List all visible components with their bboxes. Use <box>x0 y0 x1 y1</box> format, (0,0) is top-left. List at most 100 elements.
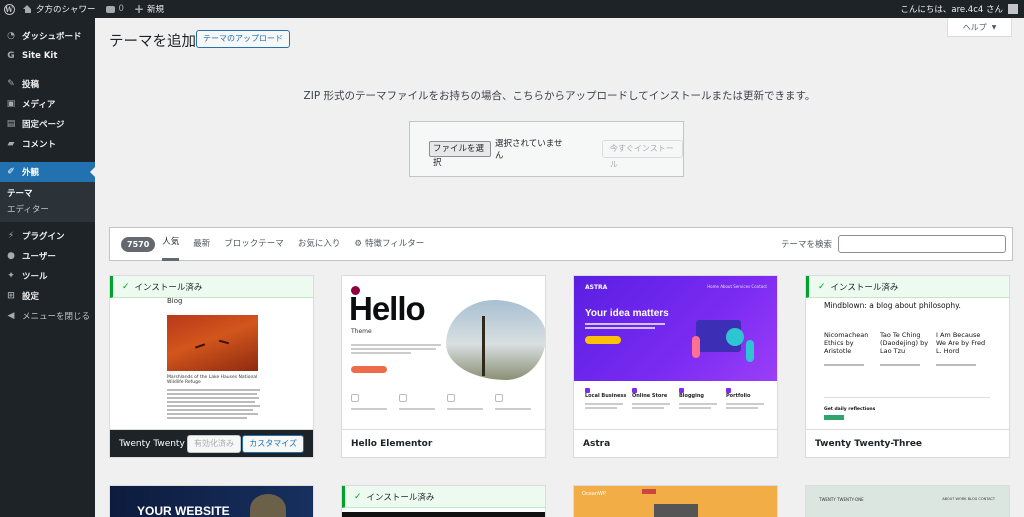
preview-post-title: I Am Because We Are by Fred L. Hord <box>936 331 986 355</box>
sidebar-item-appearance[interactable]: ✐ 外観 <box>0 162 95 182</box>
sidebar-item-comments[interactable]: ▰ コメント <box>0 134 95 154</box>
theme-card-hello-elementor[interactable]: Hello Theme Hello Elementor <box>341 275 546 458</box>
theme-screenshot: TWENTY TWENTY-ONE ABOUT WORK BLOG CONTAC… <box>806 486 1009 517</box>
theme-card[interactable]: OceanWP <box>573 485 778 517</box>
theme-footer: Hello Elementor <box>342 429 545 457</box>
theme-name: Twenty Twenty-Three <box>815 438 923 449</box>
sidebar-item-sitekit[interactable]: G Site Kit <box>0 46 95 66</box>
site-name-link[interactable]: 夕方のシャワー <box>18 0 101 18</box>
tab-popular[interactable]: 人気 <box>162 227 180 261</box>
no-file-text: 選択されていません <box>494 139 563 161</box>
gear-icon: ⚙ <box>354 239 362 249</box>
submenu-item-editor[interactable]: エディター <box>0 202 95 218</box>
install-now-button[interactable]: 今すぐインストール <box>601 140 683 169</box>
preview-feature: Blogging <box>679 393 704 399</box>
site-name-label: 夕方のシャワー <box>36 5 96 15</box>
sidebar-item-label: ダッシュボード <box>22 32 82 42</box>
comment-bubble-icon <box>105 5 115 13</box>
sidebar-item-label: コメント <box>22 140 57 150</box>
preview-nav: Home About Services Contact <box>707 284 767 289</box>
theme-filter-bar: 7570 人気 最新 ブロックテーマ お気に入り ⚙ 特徴フィルター テーマを検索 <box>109 227 1013 261</box>
sidebar-item-dashboard[interactable]: ◔ ダッシュボード <box>0 26 95 46</box>
tab-block-themes[interactable]: ブロックテーマ <box>224 227 284 261</box>
theme-footer: Twenty Twenty 有効化済み カスタマイズ <box>110 429 313 457</box>
theme-card[interactable]: YOUR WEBSITE <box>109 485 314 517</box>
pin-icon: ✎ <box>7 79 15 89</box>
sidebar-item-label: プラグイン <box>22 232 65 242</box>
theme-screenshot: YOUR WEBSITE <box>110 486 313 517</box>
theme-screenshot: ASTRA Home About Services Contact Your i… <box>574 276 777 429</box>
greeting: こんにちは、are.4c4 さん <box>900 5 1003 15</box>
installed-label: インストール済み <box>134 282 203 293</box>
my-account[interactable]: こんにちは、are.4c4 さん <box>900 3 1024 15</box>
theme-card[interactable]: TWENTY TWENTY-ONE ABOUT WORK BLOG CONTAC… <box>805 485 1010 517</box>
collapse-icon: ◀ <box>7 311 15 321</box>
theme-screenshot: Blog Marshlands of the Lake Hauses Natio… <box>110 276 313 429</box>
sidebar-item-posts[interactable]: ✎ 投稿 <box>0 74 95 94</box>
submenu-item-themes[interactable]: テーマ <box>0 186 95 202</box>
new-label: 新規 <box>147 5 165 15</box>
user-icon: ● <box>7 251 15 261</box>
check-icon: ✓ <box>818 281 826 292</box>
admin-sidebar: ◔ ダッシュボード G Site Kit ✎ 投稿 ▣ メディア ▤ 固定ページ ▰ コメン… <box>0 18 95 517</box>
preview-subheading: Theme <box>351 328 372 335</box>
upload-description: ZIP 形式のテーマファイルをお持ちの場合、こちらからアップロードしてインストー… <box>303 90 816 102</box>
help-tab-button[interactable]: ヘルプ ▼ <box>947 18 1012 37</box>
new-content-link[interactable]: + 新規 <box>129 0 169 18</box>
wordpress-logo-icon[interactable]: W <box>0 0 18 18</box>
preview-feature: Local Business <box>585 393 627 399</box>
sidebar-item-users[interactable]: ● ユーザー <box>0 246 95 266</box>
sidebar-item-label: 外観 <box>22 168 40 178</box>
upload-form: ファイルを選択 選択されていません 今すぐインストール <box>409 121 684 177</box>
sidebar-collapse-menu[interactable]: ◀ メニューを閉じる <box>0 306 95 326</box>
sidebar-item-settings[interactable]: ⊞ 設定 <box>0 286 95 306</box>
preview-hero: ASTRA Home About Services Contact Your i… <box>574 276 777 381</box>
preview-feature: Online Store <box>632 393 668 399</box>
theme-card-astra[interactable]: ASTRA Home About Services Contact Your i… <box>573 275 778 458</box>
theme-screenshot: OceanWP <box>574 486 777 517</box>
preview-heading: Your idea matters <box>585 308 669 319</box>
feature-filter-button[interactable]: ⚙ 特徴フィルター <box>354 227 424 261</box>
sidebar-item-label: 設定 <box>22 292 40 302</box>
preview-image <box>446 300 545 380</box>
home-icon <box>23 5 32 13</box>
tab-favorites[interactable]: お気に入り <box>298 227 341 261</box>
media-icon: ▣ <box>6 99 16 109</box>
appearance-submenu: テーマ エディター <box>0 182 95 222</box>
preview-newsletter: Get daily reflections <box>824 407 876 412</box>
tab-latest[interactable]: 最新 <box>193 227 210 261</box>
theme-name: Twenty Twenty <box>119 438 185 449</box>
preview-heading: YOUR WEBSITE <box>137 504 230 517</box>
chevron-down-icon: ▼ <box>991 23 997 31</box>
sidebar-item-plugins[interactable]: ⚡ プラグイン <box>0 226 95 246</box>
sidebar-item-label: メディア <box>22 100 56 110</box>
theme-card[interactable]: ✓ インストール済み <box>341 485 546 517</box>
main-content: テーマを追加 テーマのアップロード ヘルプ ▼ ZIP 形式のテーマファイルをお持… <box>95 18 1024 517</box>
sidebar-item-label: 固定ページ <box>22 120 65 130</box>
comments-link[interactable]: 0 <box>101 0 129 18</box>
plus-icon: + <box>133 2 144 16</box>
theme-card-twenty-twenty-three[interactable]: ✓ インストール済み Mindblown: a blog about philos… <box>805 275 1010 458</box>
sidebar-item-media[interactable]: ▣ メディア <box>0 94 95 114</box>
installed-notice: ✓ インストール済み <box>110 276 313 298</box>
sidebar-item-tools[interactable]: ✦ ツール <box>0 266 95 286</box>
preview-logo: ASTRA <box>585 284 608 291</box>
preview-button <box>585 336 621 344</box>
sidebar-item-pages[interactable]: ▤ 固定ページ <box>0 114 95 134</box>
sidebar-item-label: ツール <box>22 272 48 282</box>
preview-post-title: Tao Te Ching (Daodejing) by Lao Tzu <box>880 331 929 355</box>
help-label: ヘルプ <box>962 22 987 32</box>
theme-card-twenty-twenty[interactable]: ✓ インストール済み Blog Marshlands of the Lake Ha… <box>109 275 314 458</box>
sidebar-item-label: Site Kit <box>22 51 58 61</box>
sitekit-icon: G <box>7 51 15 61</box>
upload-theme-button[interactable]: テーマのアップロード <box>196 30 290 48</box>
page-icon: ▤ <box>6 119 16 129</box>
preview-feature: Portfolio <box>726 393 751 399</box>
customize-button[interactable]: カスタマイズ <box>242 435 304 453</box>
brush-icon: ✐ <box>7 167 15 177</box>
choose-file-button[interactable]: ファイルを選択 <box>429 141 491 168</box>
theme-count-badge: 7570 <box>121 236 156 252</box>
theme-search-input[interactable] <box>838 235 1006 253</box>
check-icon: ✓ <box>122 281 130 292</box>
check-icon: ✓ <box>354 491 362 502</box>
